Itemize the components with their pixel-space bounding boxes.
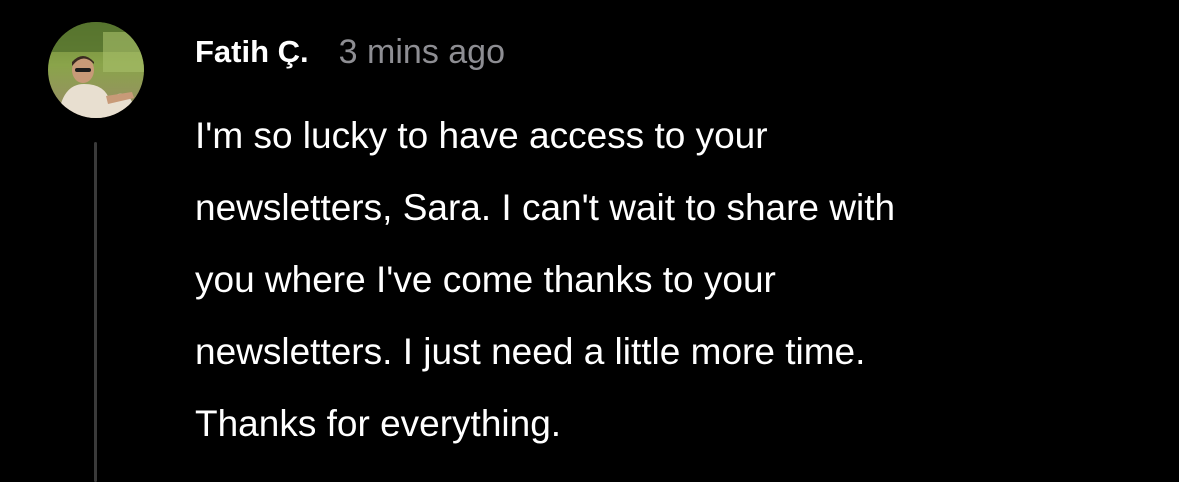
comment-text-line: newsletters, Sara. I can't wait to share… xyxy=(195,187,896,228)
comment-text-line: you where I've come thanks to your xyxy=(195,259,776,300)
author-name[interactable]: Fatih Ç. xyxy=(195,34,309,70)
thread-line xyxy=(94,142,97,482)
comment: Fatih Ç. 3 mins ago I'm so lucky to have… xyxy=(0,0,1179,482)
timestamp[interactable]: 3 mins ago xyxy=(339,33,505,72)
comment-body: I'm so lucky to have access to your news… xyxy=(195,100,1155,460)
comment-text-line: I'm so lucky to have access to your xyxy=(195,115,768,156)
avatar-photo-icon xyxy=(48,22,144,118)
avatar[interactable] xyxy=(48,22,144,118)
comment-text-line: Thanks for everything. xyxy=(195,403,562,444)
comment-header: Fatih Ç. 3 mins ago xyxy=(195,28,505,76)
comment-text-line: newsletters. I just need a little more t… xyxy=(195,331,866,372)
